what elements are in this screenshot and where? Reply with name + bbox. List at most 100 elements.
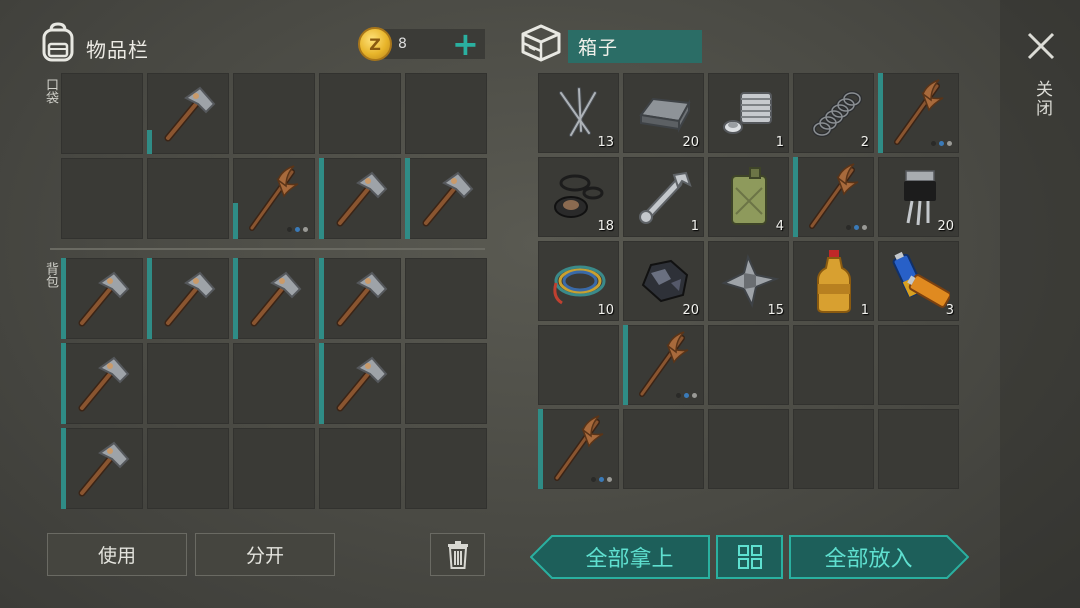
use-button[interactable]: 使用 — [47, 533, 187, 576]
backpack-slot[interactable] — [405, 428, 487, 509]
durability-bar — [61, 343, 66, 424]
chest-slot[interactable]: 20 — [623, 241, 704, 321]
close-icon[interactable] — [1026, 31, 1056, 61]
durability-bar — [233, 258, 238, 339]
durability-bar — [319, 258, 324, 339]
pocket-slot[interactable] — [147, 158, 229, 239]
chest-grid: 13 20 1 2 18 1 4 20 10 20 15 1 3 — [538, 73, 962, 489]
backpack-slot[interactable] — [147, 428, 229, 509]
item-quantity: 15 — [767, 303, 784, 318]
plus-icon[interactable]: + — [452, 28, 479, 60]
backpack-icon — [38, 22, 78, 64]
pocket-slot[interactable] — [61, 158, 143, 239]
pocket-slot[interactable] — [405, 73, 487, 154]
trash-icon — [447, 540, 468, 569]
pocket-slot[interactable] — [147, 73, 229, 154]
item-quantity: 10 — [597, 303, 614, 318]
section-divider — [50, 248, 485, 250]
put-all-button[interactable]: 全部放入 — [789, 535, 969, 579]
item-quantity: 18 — [597, 219, 614, 234]
sort-button[interactable] — [716, 535, 783, 579]
item-quantity: 3 — [945, 303, 954, 318]
pocket-slot[interactable] — [233, 73, 315, 154]
quality-dots — [591, 477, 612, 482]
pocket-slot[interactable] — [233, 158, 315, 239]
inventory-title: 物品栏 — [86, 38, 149, 62]
sort-grid-icon — [737, 545, 762, 569]
chest-slot[interactable]: 1 — [793, 241, 874, 321]
durability-bar — [405, 158, 410, 239]
pocket-slot[interactable] — [61, 73, 143, 154]
item-quantity: 4 — [775, 219, 784, 234]
chest-slot[interactable]: 15 — [708, 241, 789, 321]
pocket-slot[interactable] — [319, 158, 401, 239]
backpack-slot[interactable] — [61, 343, 143, 424]
backpack-slot[interactable] — [405, 343, 487, 424]
backpack-grid — [61, 258, 487, 509]
chest-slot[interactable]: 20 — [623, 73, 704, 153]
backpack-slot[interactable] — [147, 258, 229, 339]
backpack-slot[interactable] — [233, 343, 315, 424]
durability-bar — [319, 343, 324, 424]
quality-dots — [676, 393, 697, 398]
chest-slot[interactable]: 2 — [793, 73, 874, 153]
chest-slot[interactable] — [623, 409, 704, 489]
pocket-slot[interactable] — [405, 158, 487, 239]
chest-slot[interactable]: 18 — [538, 157, 619, 237]
durability-bar — [319, 158, 324, 239]
chest-slot[interactable]: 4 — [708, 157, 789, 237]
item-quantity: 20 — [682, 135, 699, 150]
chest-slot[interactable] — [793, 325, 874, 405]
pocket-label: 口袋 — [43, 78, 58, 104]
item-quantity: 13 — [597, 135, 614, 150]
durability-bar — [623, 325, 628, 405]
chest-slot[interactable]: 10 — [538, 241, 619, 321]
item-quantity: 20 — [682, 303, 699, 318]
chest-slot[interactable] — [878, 73, 959, 153]
chest-slot[interactable] — [878, 325, 959, 405]
backpack-slot[interactable] — [61, 428, 143, 509]
backpack-label: 背包 — [43, 262, 58, 288]
chest-slot[interactable] — [793, 409, 874, 489]
chest-slot[interactable] — [538, 409, 619, 489]
take-all-label: 全部拿上 — [585, 547, 674, 572]
split-button[interactable]: 分开 — [195, 533, 335, 576]
chest-grid-viewport[interactable]: 13 20 1 2 18 1 4 20 10 20 15 1 3 — [538, 73, 962, 510]
chest-slot[interactable] — [623, 325, 704, 405]
durability-bar — [61, 428, 66, 509]
chest-slot[interactable] — [793, 157, 874, 237]
close-label[interactable]: 关闭 — [1030, 80, 1055, 118]
trash-button[interactable] — [430, 533, 485, 576]
backpack-slot[interactable] — [319, 258, 401, 339]
pocket-slot[interactable] — [319, 73, 401, 154]
item-quantity: 1 — [775, 135, 784, 150]
backpack-slot[interactable] — [147, 343, 229, 424]
chest-slot[interactable]: 13 — [538, 73, 619, 153]
chest-title: 箱子 — [568, 30, 702, 63]
chest-slot[interactable] — [878, 409, 959, 489]
backpack-slot[interactable] — [319, 343, 401, 424]
durability-bar — [147, 129, 152, 154]
chest-slot[interactable] — [538, 325, 619, 405]
backpack-slot[interactable] — [405, 258, 487, 339]
take-all-button[interactable]: 全部拿上 — [530, 535, 710, 579]
backpack-slot[interactable] — [61, 258, 143, 339]
coin-icon: Z — [358, 27, 392, 61]
chest-slot[interactable]: 1 — [708, 73, 789, 153]
backpack-slot[interactable] — [319, 428, 401, 509]
chest-slot[interactable]: 20 — [878, 157, 959, 237]
quality-dots — [287, 227, 308, 232]
durability-bar — [61, 258, 66, 339]
durability-bar — [233, 202, 238, 239]
chest-slot[interactable] — [708, 409, 789, 489]
chest-slot[interactable]: 1 — [623, 157, 704, 237]
durability-bar — [878, 73, 883, 153]
chest-slot[interactable]: 3 — [878, 241, 959, 321]
quality-dots — [846, 225, 867, 230]
pocket-grid — [61, 73, 487, 239]
backpack-slot[interactable] — [233, 428, 315, 509]
chest-slot[interactable] — [708, 325, 789, 405]
item-quantity: 2 — [860, 135, 869, 150]
coin-count: 8 — [398, 36, 407, 52]
backpack-slot[interactable] — [233, 258, 315, 339]
